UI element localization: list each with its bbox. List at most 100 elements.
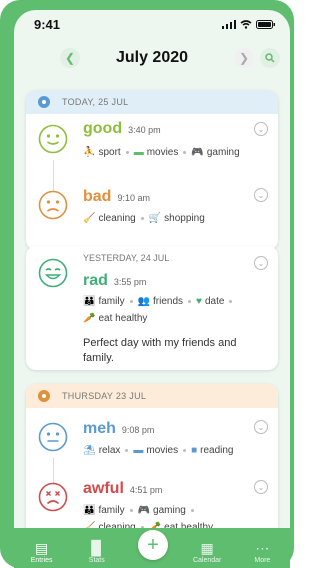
gaming-icon: 🎮 bbox=[191, 147, 204, 158]
bad-face-icon bbox=[38, 190, 68, 220]
month-header: ❮ July 2020 ❯ bbox=[14, 38, 290, 78]
add-entry-button[interactable]: + bbox=[138, 530, 168, 560]
tag: shopping bbox=[164, 213, 205, 224]
tab-label: Calendar bbox=[192, 557, 222, 564]
entry-rad[interactable]: rad 3:55 pm 👪 family 👥 friends ♥ date 🥕 eat hea… bbox=[26, 246, 278, 370]
relax-icon: ⛱ bbox=[83, 445, 96, 456]
signal-icon bbox=[222, 19, 236, 29]
day-dot-icon bbox=[38, 390, 50, 402]
search-icon bbox=[265, 53, 275, 63]
chevron-right-icon: ❯ bbox=[238, 51, 250, 65]
page-title: July 2020 bbox=[115, 49, 189, 66]
entry-tags: 👪 family 👥 friends ♥ date 🥕 eat healthy bbox=[83, 293, 263, 327]
mood-label: awful bbox=[83, 480, 124, 497]
entry-tags: ⛹ sport ▬ movies 🎮 gaming bbox=[83, 144, 263, 161]
family-icon: 👪 bbox=[83, 505, 96, 516]
chevron-down-icon: ⌄ bbox=[257, 190, 265, 200]
entry-good[interactable]: good 3:40 pm ⛹ sport ▬ movies 🎮 gaming ⌄ bbox=[26, 114, 278, 186]
prev-month-button[interactable]: ❮ bbox=[60, 48, 80, 68]
tag: gaming bbox=[153, 505, 186, 516]
entry-meh[interactable]: meh 9:08 pm ⛱ relax ▬ movies ■ reading ⌄ bbox=[26, 408, 278, 468]
tag: friends bbox=[153, 296, 184, 307]
tag: movies bbox=[146, 147, 179, 158]
entry-mood-line: awful 4:51 pm bbox=[83, 480, 162, 498]
entry-time: 4:51 pm bbox=[129, 485, 163, 495]
next-month-button[interactable]: ❯ bbox=[234, 48, 254, 68]
search-button[interactable] bbox=[260, 48, 280, 68]
tab-label: Entries bbox=[30, 557, 53, 564]
day-dot-icon bbox=[38, 96, 50, 108]
battery-icon bbox=[256, 19, 275, 29]
entry-time: 3:40 pm bbox=[128, 125, 161, 135]
gaming-icon: 🎮 bbox=[137, 505, 151, 516]
book-icon: ■ bbox=[191, 445, 198, 456]
entry-note: Perfect day with my friends and family. bbox=[83, 337, 237, 364]
entry-tags: 🧹 cleaning 🛒 shopping bbox=[83, 210, 263, 227]
tab-label: Stats bbox=[88, 557, 105, 564]
mood-label: good bbox=[83, 120, 123, 137]
stats-icon: ▉ bbox=[91, 540, 103, 556]
tab-label: More bbox=[254, 557, 271, 564]
entry-mood-line: good 3:40 pm bbox=[83, 120, 161, 138]
expand-button[interactable]: ⌄ bbox=[254, 480, 268, 494]
expand-button[interactable]: ⌄ bbox=[254, 420, 268, 434]
tag: movies bbox=[146, 445, 179, 456]
entry-time: 9:08 pm bbox=[121, 425, 155, 435]
shopping-icon: 🛒 bbox=[148, 213, 162, 224]
tag: family bbox=[98, 296, 125, 307]
tag: gaming bbox=[206, 147, 240, 158]
entry-mood-line: bad 9:10 am bbox=[83, 188, 150, 206]
good-face-icon bbox=[38, 124, 68, 154]
day-header: THURSDAY 23 JUL bbox=[26, 384, 278, 408]
day-date: THURSDAY 23 JUL bbox=[62, 391, 147, 401]
awful-face-icon bbox=[38, 482, 68, 512]
sport-icon: ⛹ bbox=[83, 147, 96, 158]
tab-calendar[interactable]: ▦ Calendar bbox=[185, 539, 229, 564]
tab-stats[interactable]: ▉ Stats bbox=[75, 539, 119, 564]
entries-icon: ▤ bbox=[34, 540, 49, 556]
mood-label: meh bbox=[83, 420, 116, 437]
day-card-yesterday: YESTERDAY, 24 JUL rad 3:55 pm 👪 family 👥 fr… bbox=[26, 246, 278, 370]
day-header: TODAY, 25 JUL bbox=[26, 90, 278, 114]
status-icons bbox=[222, 19, 276, 29]
tag: date bbox=[204, 296, 225, 307]
movies-icon: ▬ bbox=[133, 147, 144, 158]
tab-entries[interactable]: ▤ Entries bbox=[20, 539, 64, 564]
day-card-today: TODAY, 25 JUL good 3:40 pm ⛹ sport ▬ movies… bbox=[26, 90, 278, 250]
chevron-left-icon: ❮ bbox=[64, 51, 76, 65]
tag: eat healthy bbox=[98, 313, 148, 324]
chevron-down-icon: ⌄ bbox=[257, 482, 265, 492]
status-bar: 9:41 bbox=[14, 10, 290, 38]
entry-time: 9:10 am bbox=[117, 193, 150, 203]
entry-mood-line: meh 9:08 pm bbox=[83, 420, 154, 438]
entry-time: 3:55 pm bbox=[113, 277, 147, 287]
tab-more[interactable]: ⋯ More bbox=[240, 539, 284, 564]
wifi-icon bbox=[240, 19, 252, 29]
tag: sport bbox=[98, 147, 121, 158]
mood-label: rad bbox=[83, 272, 108, 289]
expand-button[interactable]: ⌄ bbox=[254, 122, 268, 136]
chevron-down-icon: ⌄ bbox=[257, 422, 265, 432]
meh-face-icon bbox=[38, 422, 68, 452]
day-date: TODAY, 25 JUL bbox=[62, 97, 129, 107]
more-icon: ⋯ bbox=[255, 540, 270, 556]
rad-face-icon bbox=[38, 258, 68, 288]
mood-label: bad bbox=[83, 188, 112, 205]
entry-tags: ⛱ relax ▬ movies ■ reading bbox=[83, 442, 263, 459]
chevron-down-icon: ⌄ bbox=[257, 124, 265, 134]
plus-icon: + bbox=[147, 533, 159, 556]
family-icon: 👪 bbox=[83, 296, 96, 307]
app-screen: 9:41 ❮ July 2020 ❯ TODAY, 25 JUL good 3:… bbox=[14, 10, 290, 568]
carrot-icon: 🥕 bbox=[83, 313, 96, 324]
entry-mood-line: rad 3:55 pm bbox=[83, 272, 146, 290]
status-time: 9:41 bbox=[34, 16, 61, 32]
tag: family bbox=[98, 505, 125, 516]
entry-bad[interactable]: bad 9:10 am 🧹 cleaning 🛒 shopping ⌄ bbox=[26, 186, 278, 250]
expand-button[interactable]: ⌄ bbox=[254, 256, 268, 270]
chevron-down-icon: ⌄ bbox=[257, 258, 265, 268]
tag: relax bbox=[98, 445, 121, 456]
friends-icon: 👥 bbox=[137, 296, 151, 307]
expand-button[interactable]: ⌄ bbox=[254, 188, 268, 202]
tag: reading bbox=[200, 445, 234, 456]
tag: cleaning bbox=[98, 213, 136, 224]
